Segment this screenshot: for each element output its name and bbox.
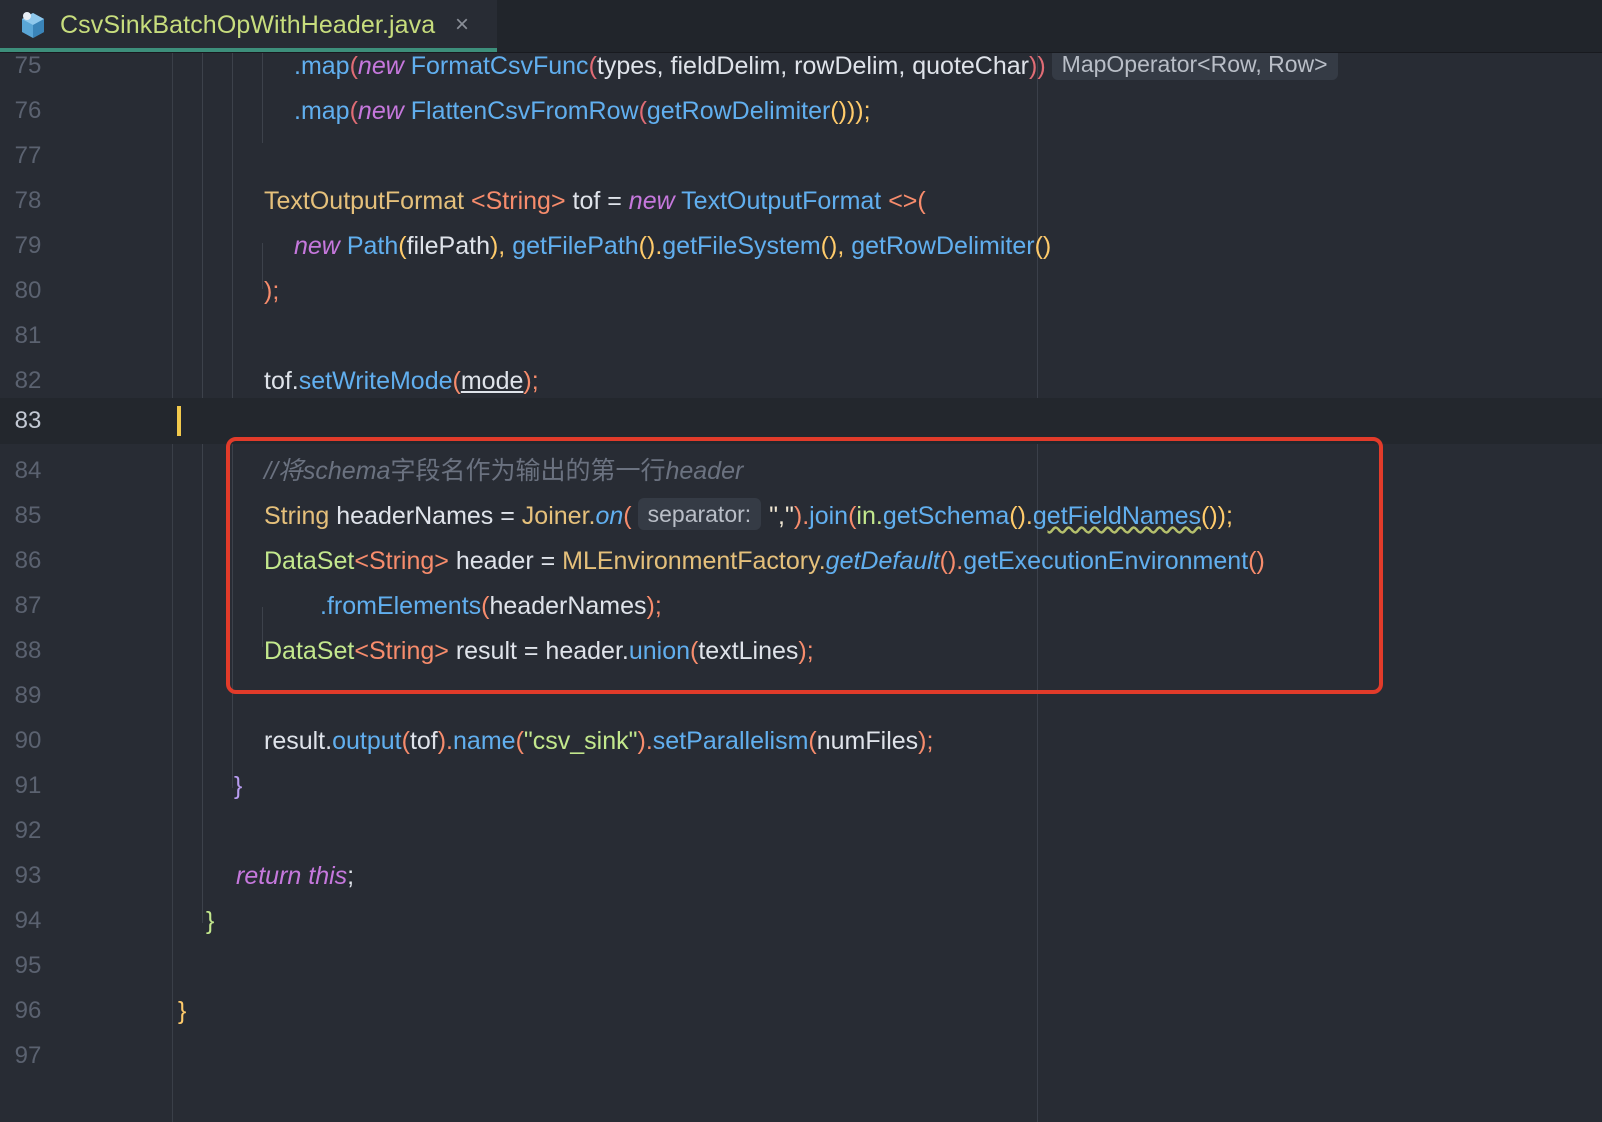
editor-tab-bar: CsvSinkBatchOpWithHeader.java × — [0, 0, 1602, 53]
code-line[interactable]: 94 } — [0, 898, 1602, 944]
line-number: 92 — [14, 817, 42, 844]
code-line[interactable]: 95 — [0, 943, 1602, 989]
line-number: 86 — [14, 547, 42, 574]
code-line[interactable]: 81 — [0, 313, 1602, 359]
line-number: 80 — [14, 277, 42, 304]
line-number: 90 — [14, 727, 42, 754]
code-text: .map(new FormatCsvFunc(types, fieldDelim… — [294, 53, 1346, 89]
line-number: 85 — [14, 502, 42, 529]
code-line[interactable]: 96 } — [0, 988, 1602, 1034]
code-line[interactable]: 77 — [0, 133, 1602, 179]
line-number: 78 — [14, 187, 42, 214]
code-text: result.output(tof).name("csv_sink").setP… — [264, 727, 934, 755]
code-line[interactable]: 76 .map(new FlattenCsvFromRow(getRowDeli… — [0, 88, 1602, 134]
line-number: 76 — [14, 97, 42, 124]
line-number: 88 — [14, 637, 42, 664]
code-text: return this; — [236, 862, 355, 890]
line-number: 97 — [14, 1042, 42, 1069]
code-text: TextOutputFormat <String> tof = new Text… — [264, 187, 926, 215]
line-number: 79 — [14, 232, 42, 259]
code-line[interactable]: 91 } — [0, 763, 1602, 809]
line-number: 91 — [14, 772, 42, 799]
code-text: } — [206, 907, 215, 935]
code-editor[interactable]: 75 .map(new FormatCsvFunc(types, fieldDe… — [0, 53, 1602, 1122]
code-line[interactable]: 79 new Path(filePath), getFilePath().get… — [0, 223, 1602, 269]
line-number: 94 — [14, 907, 42, 934]
line-number: 77 — [14, 142, 42, 169]
code-line[interactable]: 75 .map(new FormatCsvFunc(types, fieldDe… — [0, 53, 1602, 89]
tab-title: CsvSinkBatchOpWithHeader.java — [60, 11, 436, 39]
line-number: 87 — [14, 592, 42, 619]
text-caret — [177, 406, 181, 436]
line-number: 89 — [14, 682, 42, 709]
code-line[interactable]: 97 — [0, 1033, 1602, 1079]
code-line[interactable]: 93 return this; — [0, 853, 1602, 899]
type-hint: MapOperator<Row, Row> — [1051, 53, 1338, 80]
code-text: } — [178, 997, 187, 1025]
line-number: 83 — [14, 407, 42, 434]
line-number: 75 — [14, 53, 42, 79]
line-number: 81 — [14, 322, 42, 349]
code-text: .map(new FlattenCsvFromRow(getRowDelimit… — [294, 97, 871, 125]
code-text: ); — [264, 277, 280, 305]
code-line[interactable]: 80 ); — [0, 268, 1602, 314]
close-icon[interactable]: × — [455, 10, 469, 40]
line-number: 96 — [14, 997, 42, 1024]
code-line[interactable]: 78 TextOutputFormat <String> tof = new T… — [0, 178, 1602, 224]
line-number: 84 — [14, 457, 42, 484]
code-line[interactable]: 90 result.output(tof).name("csv_sink").s… — [0, 718, 1602, 764]
line-number: 93 — [14, 862, 42, 889]
code-text: new Path(filePath), getFilePath().getFil… — [294, 232, 1052, 260]
code-text: } — [234, 772, 243, 800]
code-line[interactable]: 92 — [0, 808, 1602, 854]
java-class-icon — [22, 12, 44, 38]
highlight-annotation-box — [226, 437, 1383, 694]
editor-tab[interactable]: CsvSinkBatchOpWithHeader.java × — [0, 0, 497, 52]
line-number: 95 — [14, 952, 42, 979]
